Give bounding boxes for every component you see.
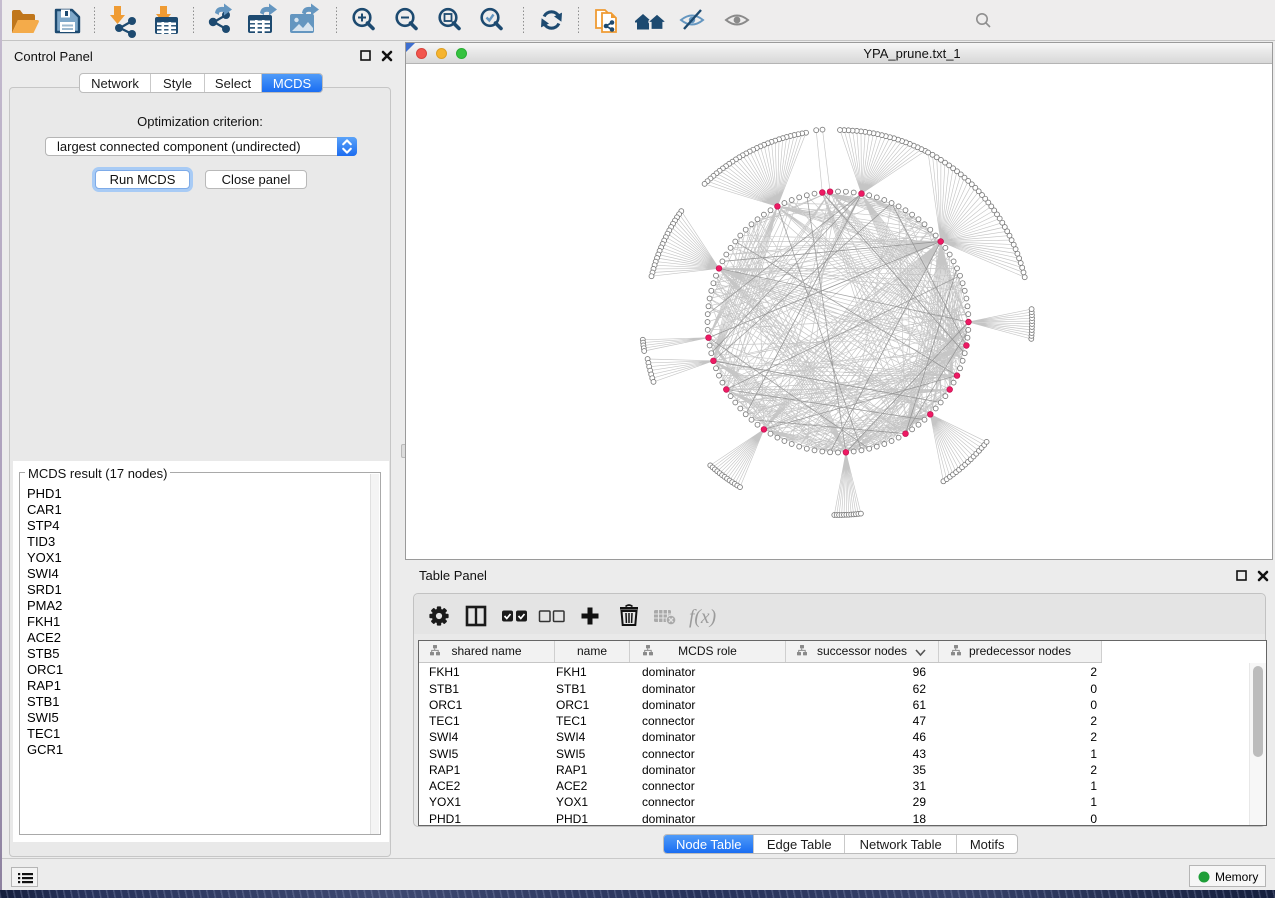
svg-text:Memory: Memory (1215, 870, 1258, 884)
svg-text:f(x): f(x) (689, 607, 716, 628)
